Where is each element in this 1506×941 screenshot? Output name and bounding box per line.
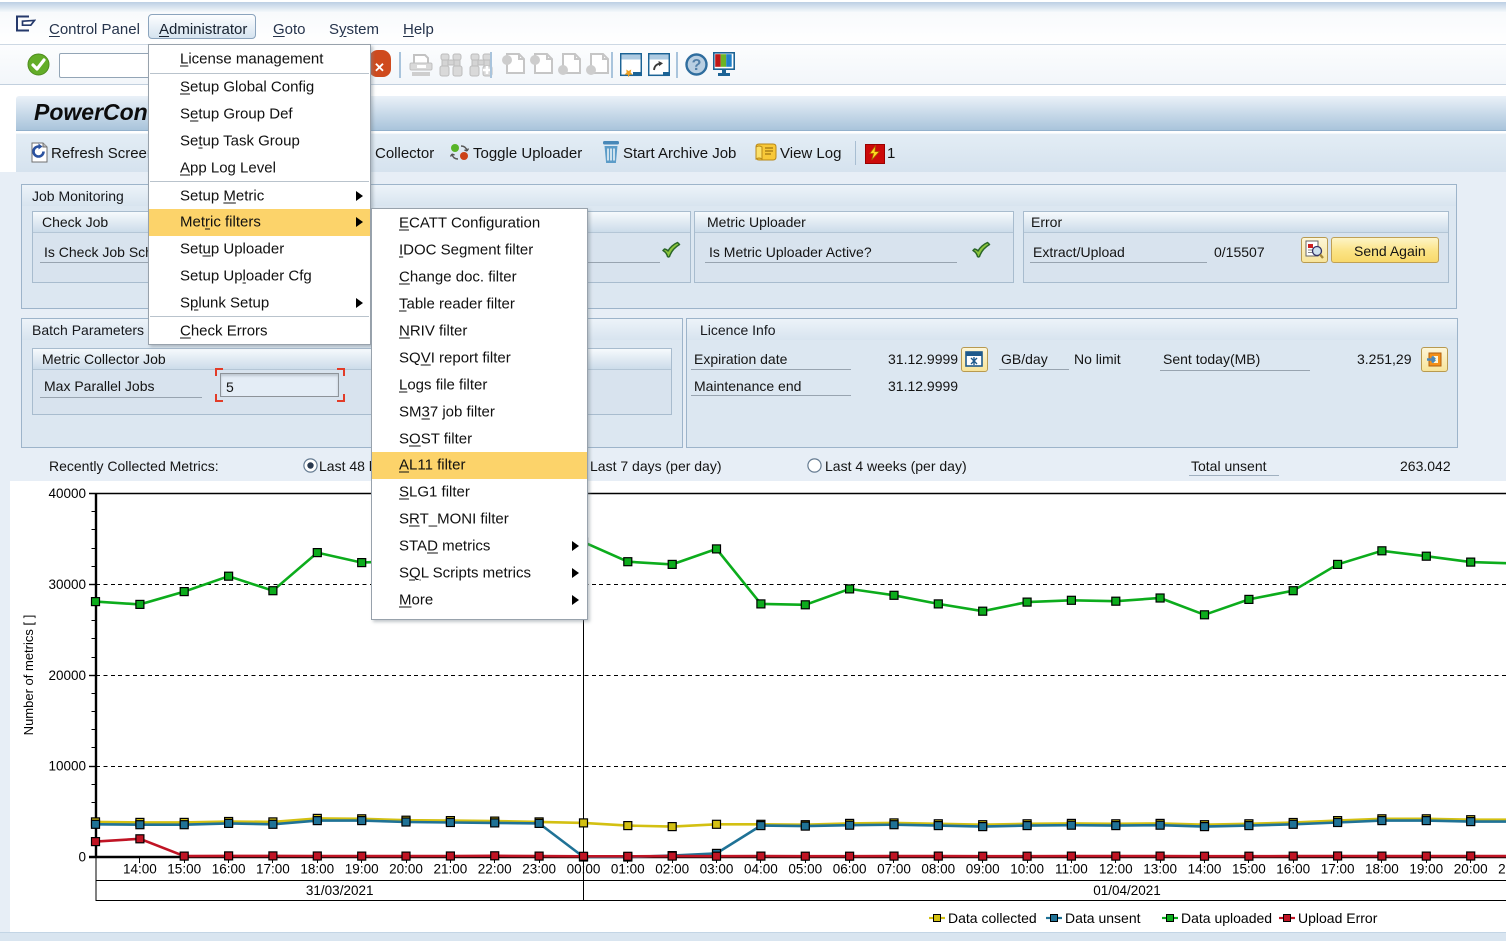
- svg-text:?: ?: [692, 57, 702, 74]
- svg-text:21:00: 21:00: [1498, 862, 1506, 877]
- svg-text:16:00: 16:00: [1276, 862, 1310, 877]
- svg-text:40000: 40000: [48, 486, 86, 501]
- svg-text:Upload Error: Upload Error: [1298, 910, 1378, 926]
- svg-text:23:00: 23:00: [522, 862, 556, 877]
- svg-text:20000: 20000: [48, 668, 86, 683]
- svg-text:09:00: 09:00: [966, 862, 1000, 877]
- svg-text:16:00: 16:00: [212, 862, 246, 877]
- svg-text:14:00: 14:00: [123, 862, 157, 877]
- svg-text:15:00: 15:00: [1232, 862, 1266, 877]
- svg-text:20:00: 20:00: [389, 862, 423, 877]
- svg-text:01/04/2021: 01/04/2021: [1093, 883, 1161, 898]
- svg-text:19:00: 19:00: [1409, 862, 1443, 877]
- svg-text:05:00: 05:00: [788, 862, 822, 877]
- svg-text:10:00: 10:00: [1010, 862, 1044, 877]
- svg-text:21:00: 21:00: [434, 862, 468, 877]
- svg-text:15:00: 15:00: [167, 862, 201, 877]
- svg-text:Data uploaded: Data uploaded: [1181, 910, 1272, 926]
- svg-text:04:00: 04:00: [744, 862, 778, 877]
- svg-text:Data unsent: Data unsent: [1065, 910, 1141, 926]
- svg-text:31/03/2021: 31/03/2021: [306, 883, 374, 898]
- svg-text:20:00: 20:00: [1454, 862, 1488, 877]
- svg-text:18:00: 18:00: [300, 862, 334, 877]
- svg-text:13:00: 13:00: [1143, 862, 1177, 877]
- svg-text:01:00: 01:00: [611, 862, 645, 877]
- svg-text:11:00: 11:00: [1055, 862, 1088, 877]
- svg-text:06:00: 06:00: [833, 862, 867, 877]
- svg-text:12:00: 12:00: [1099, 862, 1133, 877]
- svg-text:07:00: 07:00: [877, 862, 911, 877]
- svg-text:18:00: 18:00: [1365, 862, 1399, 877]
- svg-text:Number of metrics [ ]: Number of metrics [ ]: [21, 615, 36, 736]
- svg-text:08:00: 08:00: [921, 862, 955, 877]
- svg-text:17:00: 17:00: [256, 862, 290, 877]
- svg-text:17:00: 17:00: [1321, 862, 1355, 877]
- svg-text:22:00: 22:00: [478, 862, 512, 877]
- svg-text:Data collected: Data collected: [948, 910, 1037, 926]
- svg-text:03:00: 03:00: [700, 862, 734, 877]
- svg-text:19:00: 19:00: [345, 862, 379, 877]
- svg-text:10000: 10000: [48, 759, 86, 774]
- svg-text:0: 0: [78, 850, 86, 865]
- svg-text:30000: 30000: [48, 577, 86, 592]
- svg-text:14:00: 14:00: [1188, 862, 1222, 877]
- svg-text:02:00: 02:00: [655, 862, 689, 877]
